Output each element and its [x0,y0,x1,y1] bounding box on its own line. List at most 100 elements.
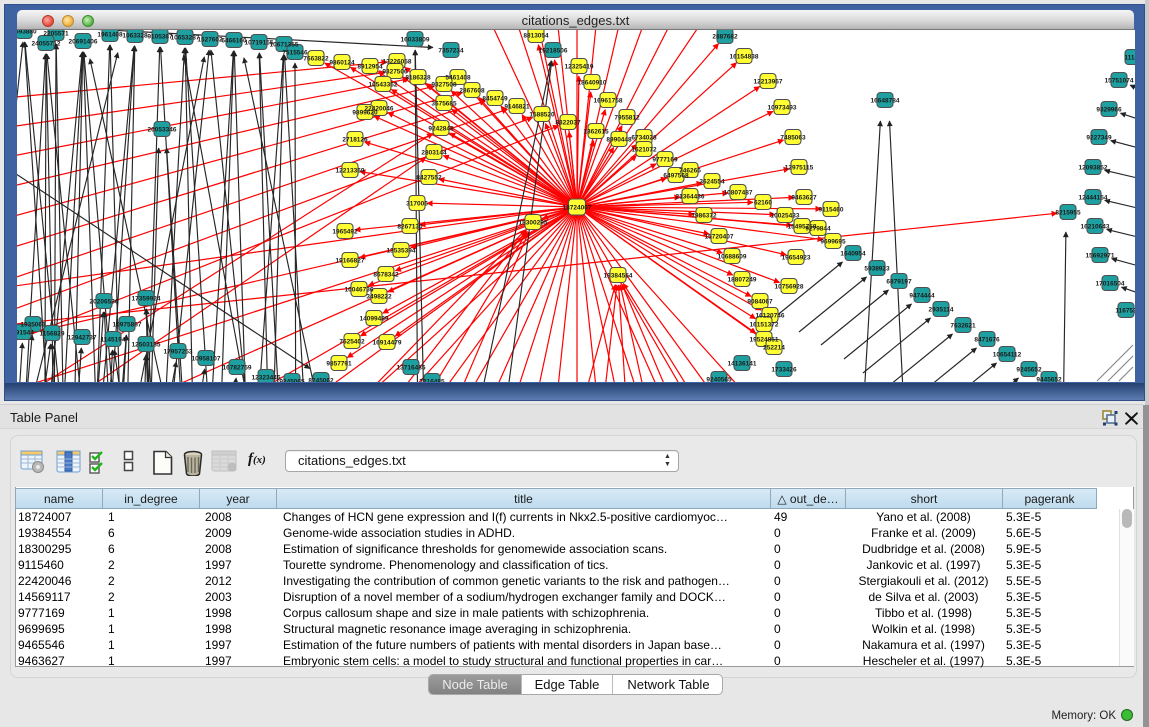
svg-text:16151372: 16151372 [750,322,779,329]
svg-text:18724007: 18724007 [563,205,592,212]
svg-text:7625402: 7625402 [339,339,365,346]
svg-text:7357234: 7357234 [438,48,464,55]
svg-text:15720407: 15720407 [705,234,734,241]
svg-text:5938923: 5938923 [864,266,890,273]
svg-text:2803144: 2803144 [421,150,447,157]
svg-text:7663822: 7663822 [303,56,329,63]
svg-text:8454749: 8454749 [482,96,508,103]
svg-text:1733426: 1733426 [771,367,797,374]
svg-text:1527602: 1527602 [197,37,223,44]
svg-text:6734028: 6734028 [631,135,657,142]
svg-text:9327506: 9327506 [382,69,408,76]
svg-text:1362615: 1362615 [583,129,609,136]
svg-text:19384554: 19384554 [604,273,633,280]
svg-text:16154838: 16154838 [730,54,759,61]
svg-text:18807249: 18807249 [728,277,757,284]
svg-text:8267130: 8267130 [397,224,423,231]
svg-text:12213369: 12213369 [336,168,365,175]
svg-text:15751074: 15751074 [1105,78,1134,85]
svg-text:6879197: 6879197 [886,279,912,286]
svg-text:7632621: 7632621 [950,323,976,330]
svg-text:14099489: 14099489 [360,316,389,323]
svg-text:9860124: 9860124 [329,60,355,67]
svg-text:116753: 116753 [1115,308,1135,315]
svg-text:746266: 746266 [679,168,701,175]
svg-text:9279844: 9279844 [805,226,831,233]
svg-text:1156829: 1156829 [40,331,65,338]
svg-text:3498222: 3498222 [366,294,392,301]
svg-text:19524851: 19524851 [750,337,779,344]
svg-text:12093852: 12093852 [1079,165,1108,172]
svg-text:8678342: 8678342 [373,272,399,279]
svg-text:21364436: 21364436 [676,194,705,201]
svg-text:2887682: 2887682 [712,34,738,41]
svg-text:1145194: 1145194 [101,337,126,344]
svg-text:1063328: 1063328 [122,33,148,40]
svg-text:8427552: 8427552 [416,175,442,182]
svg-text:9899620: 9899620 [352,110,378,117]
svg-text:8813054: 8813054 [523,33,549,40]
svg-text:24055712: 24055712 [32,41,61,48]
svg-text:7955812: 7955812 [614,115,640,122]
svg-text:9227349: 9227349 [1086,135,1112,142]
svg-text:12213967: 12213967 [754,79,783,86]
svg-text:17957253: 17957253 [164,349,193,356]
svg-text:10025433: 10025433 [771,213,800,220]
svg-text:8912954: 8912954 [357,64,383,71]
svg-text:7216485: 7216485 [419,379,445,383]
svg-text:2205571: 2205571 [43,31,69,38]
svg-text:9115460: 9115460 [819,207,844,214]
svg-text:252214: 252214 [763,345,785,352]
svg-text:8215955: 8215955 [1055,210,1081,217]
svg-text:10653287: 10653287 [171,35,200,42]
svg-text:1588520: 1588520 [529,112,555,119]
svg-text:20053346: 20053346 [148,127,177,134]
svg-text:17359924: 17359924 [132,296,161,303]
svg-text:9084067: 9084067 [747,299,773,306]
svg-text:9327508: 9327508 [431,82,457,89]
svg-text:20691406: 20691406 [69,39,98,46]
svg-text:5461408: 5461408 [445,75,471,82]
svg-text:7986372: 7986372 [691,213,717,220]
svg-text:19166827: 19166827 [336,258,365,265]
svg-text:12942737: 12942737 [68,335,97,342]
svg-text:391544: 391544 [17,330,34,337]
svg-text:9146821: 9146821 [504,104,530,111]
svg-text:317006: 317006 [406,201,428,208]
svg-text:62160: 62160 [754,200,772,207]
svg-text:2935114: 2935114 [929,307,954,314]
svg-text:12444154: 12444154 [1079,195,1108,202]
svg-text:9329966: 9329966 [1096,107,1122,114]
svg-text:9245652: 9245652 [1016,367,1042,374]
svg-text:10756928: 10756928 [775,284,804,291]
svg-text:16782759: 16782759 [223,365,252,372]
svg-text:10046736: 10046736 [345,287,374,294]
svg-text:16120746: 16120746 [756,313,785,320]
svg-text:16961758: 16961758 [594,98,623,105]
svg-text:10975867: 10975867 [113,322,142,329]
svg-text:20206536: 20206536 [90,299,119,306]
svg-text:12975115: 12975115 [785,165,814,172]
svg-text:11125: 11125 [1124,55,1135,62]
svg-text:1935061: 1935061 [20,322,46,329]
svg-text:9245065: 9245065 [279,379,305,383]
svg-text:13226058: 13226058 [383,59,412,66]
svg-text:2867608: 2867608 [459,88,485,95]
svg-text:8990448: 8990448 [606,137,632,144]
svg-text:1693880: 1693880 [17,30,37,36]
svg-text:8245062: 8245062 [308,378,334,383]
svg-text:16033809: 16033809 [401,37,430,44]
svg-text:16648784: 16648784 [871,98,900,105]
svg-text:16210643: 16210643 [1081,224,1110,231]
svg-text:6466160: 6466160 [221,38,247,45]
svg-text:8186328: 8186328 [405,75,431,82]
svg-text:10807487: 10807487 [724,190,753,197]
svg-text:18640910: 18640910 [578,80,607,87]
svg-text:14136141: 14136141 [728,361,757,368]
svg-text:9857791: 9857791 [326,361,352,368]
svg-text:12503135: 12503135 [132,342,161,349]
svg-text:10654112: 10654112 [993,352,1022,359]
svg-text:10671355: 10671355 [270,42,299,49]
svg-text:8471676: 8471676 [974,337,1000,344]
svg-text:12325419: 12325419 [565,64,594,71]
